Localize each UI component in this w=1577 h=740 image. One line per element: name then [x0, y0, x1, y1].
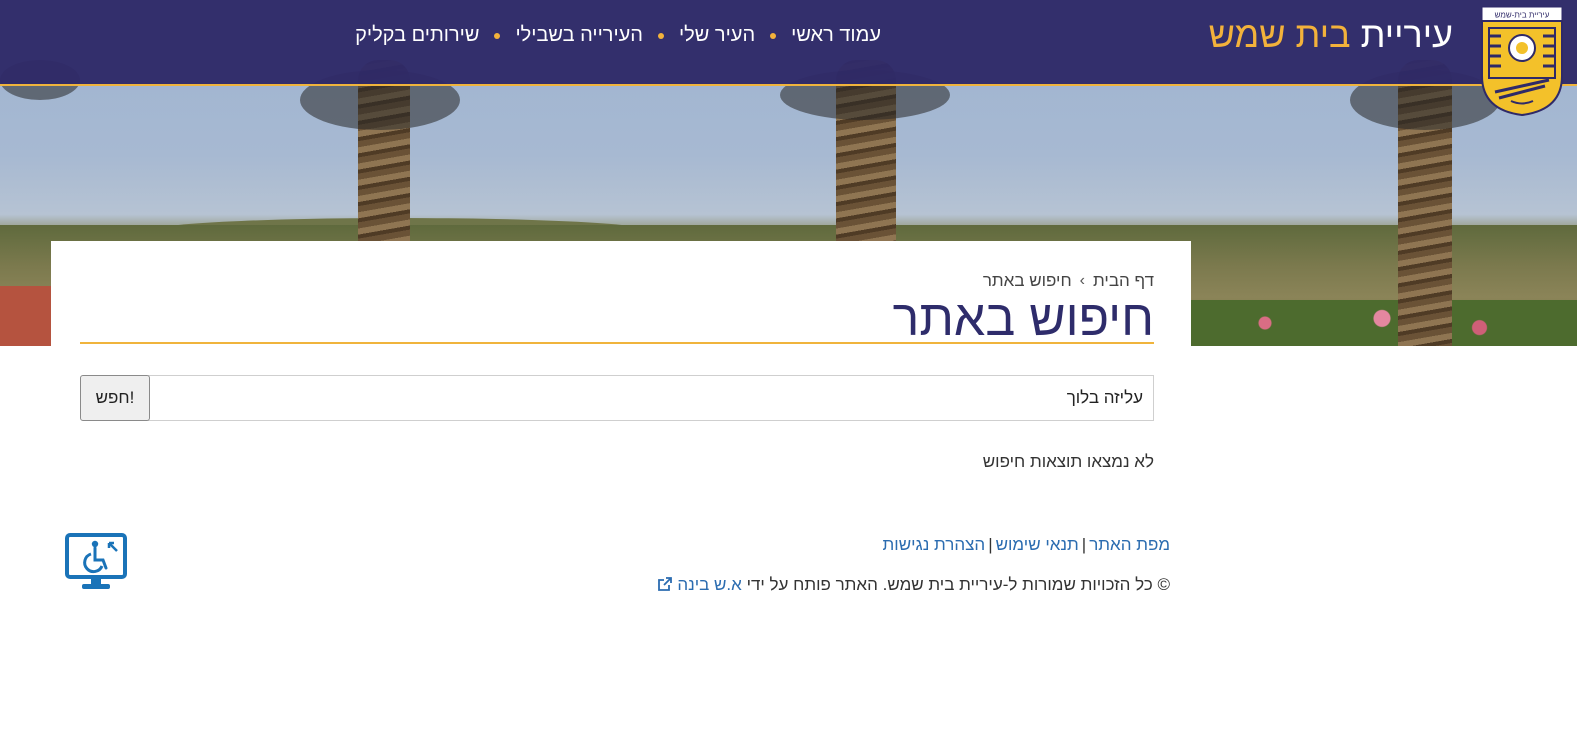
- footer-copyright: © כל הזכויות שמורות ל-עיריית בית שמש. הא…: [657, 575, 1170, 597]
- no-results-message: לא נמצאו תוצאות חיפוש: [982, 452, 1154, 471]
- developer-link-label: א.ש בינה: [677, 575, 742, 594]
- page-title: חיפוש באתר: [892, 290, 1154, 346]
- nav-item-home[interactable]: עמוד ראשי: [791, 24, 881, 47]
- developer-link[interactable]: א.ש בינה: [657, 575, 742, 594]
- site-logo-title[interactable]: עיריית בית שמש: [1209, 14, 1453, 56]
- accessibility-button[interactable]: [65, 533, 127, 591]
- nav-separator-dot: [494, 32, 501, 39]
- footer-link-terms[interactable]: תנאי שימוש: [996, 535, 1079, 554]
- search-form: חפש!: [80, 375, 1154, 421]
- footer-link-separator: |: [988, 535, 993, 554]
- hero-flowers: [1187, 300, 1577, 346]
- main-nav: עמוד ראשי העיר שלי העירייה בשבילי שירותי…: [355, 24, 881, 47]
- breadcrumb-home-link[interactable]: דף הבית: [1093, 271, 1154, 291]
- footer-links: מפת האתר|תנאי שימוש|הצהרת נגישות: [883, 535, 1170, 555]
- footer-link-separator: |: [1081, 535, 1087, 554]
- external-link-icon: [657, 576, 673, 597]
- logo-title-main: עיריית: [1360, 14, 1453, 55]
- nav-item-municipality-for-me[interactable]: העירייה בשבילי: [515, 24, 643, 47]
- footer-link-accessibility-statement[interactable]: הצהרת נגישות: [883, 535, 986, 554]
- emblem-text: עיריית בית-שמש: [1495, 11, 1550, 20]
- nav-separator-dot: [657, 32, 664, 39]
- accessibility-monitor-icon: [65, 533, 127, 589]
- nav-item-services[interactable]: שירותים בקליק: [355, 24, 479, 47]
- content-card: דף הבית › חיפוש באתר חיפוש באתר חפש! לא …: [51, 241, 1191, 501]
- site-header: עמוד ראשי העיר שלי העירייה בשבילי שירותי…: [0, 0, 1577, 86]
- search-input[interactable]: [148, 375, 1154, 421]
- city-emblem[interactable]: עיריית בית-שמש: [1481, 6, 1563, 117]
- breadcrumb-separator: ›: [1079, 272, 1085, 289]
- breadcrumb: דף הבית › חיפוש באתר: [983, 271, 1154, 291]
- title-divider: [80, 342, 1154, 344]
- logo-title-accent: בית שמש: [1208, 14, 1351, 55]
- city-emblem-icon: עיריית בית-שמש: [1481, 6, 1563, 117]
- search-button[interactable]: חפש!: [80, 375, 150, 421]
- footer-link-sitemap[interactable]: מפת האתר: [1089, 535, 1170, 554]
- hero-roofs: [0, 286, 52, 346]
- nav-separator-dot: [770, 32, 777, 39]
- nav-item-my-city[interactable]: העיר שלי: [679, 24, 755, 47]
- copyright-text: © כל הזכויות שמורות ל-עיריית בית שמש. הא…: [746, 575, 1170, 594]
- breadcrumb-current: חיפוש באתר: [982, 271, 1072, 290]
